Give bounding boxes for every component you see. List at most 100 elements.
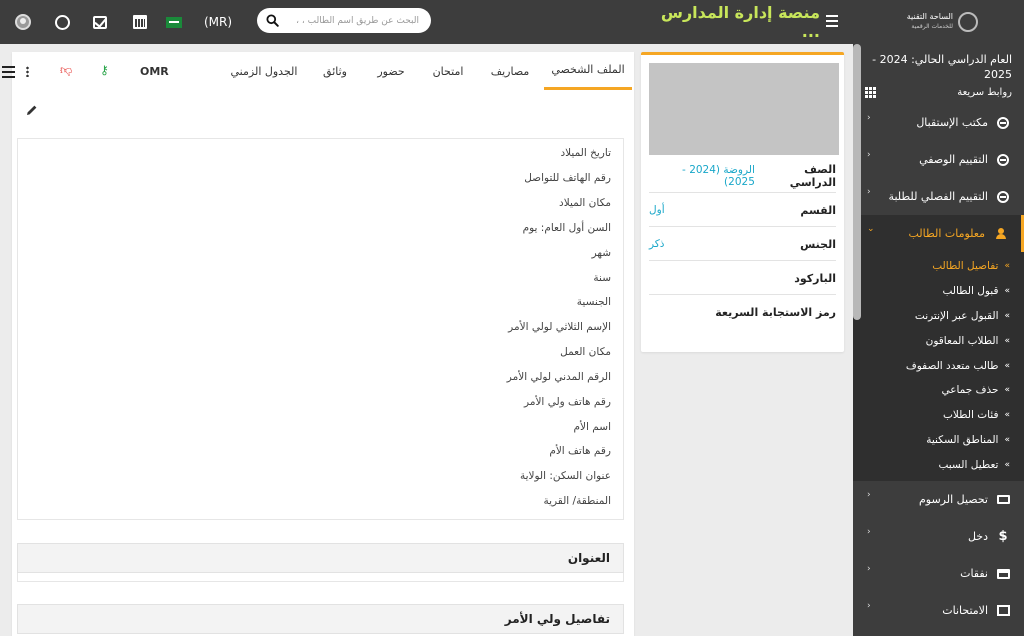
logo-subtitle: للخدمات الرقمية (911, 23, 953, 30)
currency-selector[interactable]: (MR) (200, 0, 236, 44)
tab-attendance[interactable]: حضور (366, 52, 416, 90)
submenu-item-disable-reason[interactable]: » تعطيل السبب (853, 452, 1024, 477)
submenu-item-multi-class-student[interactable]: » طالب متعدد الصفوف (853, 353, 1024, 378)
info-row-section: القسم أول (649, 194, 836, 227)
language-flag-icon[interactable] (163, 0, 185, 44)
field-nationality: الجنسية (576, 296, 611, 308)
submenu-item-label: تعطيل السبب (938, 458, 999, 471)
sidebar-scrollbar[interactable] (853, 44, 861, 320)
search-input[interactable] (287, 15, 427, 26)
double-chevron-icon: » (1004, 385, 1010, 396)
double-chevron-icon: » (1004, 459, 1010, 470)
chevron-left-icon: ‹ (867, 187, 871, 197)
sidebar-item-reception[interactable]: مكتب الإستقبال ‹ (853, 104, 1024, 141)
field-guardian-phone: رقم هاتف ولي الأمر (524, 396, 611, 408)
sidebar-item-label: تحصيل الرسوم (918, 493, 988, 507)
submenu-item-label: حذف جماعي (941, 384, 999, 397)
sidebar-item-descriptive-assessment[interactable]: التقييم الوصفي ‹ (853, 141, 1024, 178)
double-chevron-icon: » (1004, 434, 1010, 445)
sidebar-item-fee-collection[interactable]: تحصيل الرسوم ‹ (853, 481, 1024, 518)
sidebar-item-label: نفقات (960, 567, 988, 581)
submenu-item-student-categories[interactable]: » فئات الطلاب (853, 403, 1024, 428)
field-mother-phone: رقم هاتف الأم (549, 445, 611, 457)
info-label: رمز الاستجابة السريعة (715, 306, 836, 319)
student-info-submenu: » تفاصيل الطالب » قبول الطالب » القبول عبر … (853, 252, 1024, 482)
sidebar-item-income[interactable]: $ دخل ‹ (853, 518, 1024, 555)
submenu-item-label: فئات الطلاب (942, 409, 999, 422)
tab-timetable[interactable]: الجدول الزمني (224, 52, 304, 90)
sidebar: العام الدراسي الحالي: 2024 - 2025 روابط … (853, 44, 1024, 636)
field-birth-date: تاريخ الميلاد (560, 147, 611, 159)
info-row-class: الصف الدراسي الروضة (2024 - 2025) (649, 160, 836, 193)
ring-icon (994, 190, 1012, 204)
tab-fees[interactable]: مصاريف (480, 52, 540, 90)
map-icon (994, 604, 1012, 618)
key-icon[interactable]: ⚷ (100, 64, 114, 76)
info-label: الباركود (794, 271, 836, 285)
chevron-left-icon: ‹ (867, 527, 871, 538)
sidebar-item-label: التقييم الفصلي للطلبة (888, 190, 988, 203)
field-guardian-name: الإسم الثلاثي لولي الأمر (508, 321, 611, 333)
ring-icon (994, 116, 1012, 130)
grid-icon (865, 86, 876, 98)
sidebar-item-label: معلومات الطالب (908, 227, 985, 240)
tasks-check-icon[interactable] (88, 0, 112, 44)
sidebar-item-term-assessment[interactable]: التقييم الفصلي للطلبة ‹ (853, 178, 1024, 215)
submenu-item-disabled-students[interactable]: » الطلاب المعاقون (853, 328, 1024, 353)
field-residence-state: عنوان السكن: الولاية (519, 470, 611, 482)
dollar-icon: $ (998, 529, 1008, 545)
more-options-icon[interactable] (26, 66, 29, 77)
sidebar-item-expenses[interactable]: نفقات ‹ (853, 555, 1024, 592)
calendar-icon[interactable] (128, 0, 152, 44)
tab-exam[interactable]: امتحان (420, 52, 476, 90)
section-address-header[interactable]: العنوان (17, 543, 624, 573)
chevron-left-icon: ‹ (867, 150, 871, 160)
card-icon (994, 567, 1012, 581)
logo-mark-icon (958, 12, 978, 32)
info-value[interactable]: الروضة (2024 - 2025) (649, 164, 755, 188)
thumbs-down-icon[interactable]: 👎︎ (60, 64, 72, 76)
tab-profile[interactable]: الملف الشخصي (544, 52, 632, 90)
field-age-years: سنة (593, 272, 611, 284)
logo[interactable]: الساحة التقنية للخدمات الرقمية (898, 8, 978, 36)
menu-toggle-icon[interactable] (826, 15, 838, 27)
sidebar-item-exams[interactable]: الامتحانات ‹ (853, 592, 1024, 629)
submenu-item-student-details[interactable]: » تفاصيل الطالب (853, 254, 1024, 279)
double-chevron-icon: » (1004, 310, 1010, 321)
chevron-left-icon: ‹ (867, 601, 871, 612)
chevron-down-icon: ⌄ (867, 224, 875, 234)
info-value[interactable]: ذكر (649, 238, 664, 250)
chevron-left-icon: ‹ (867, 113, 871, 123)
submenu-item-online-admission[interactable]: » القبول عبر الإنترنت (853, 304, 1024, 329)
student-photo (649, 63, 839, 155)
logo-title: الساحة التقنية (906, 12, 953, 21)
top-bar: (MR) منصة إدارة المدارس ... الساحة التقن… (0, 0, 1024, 44)
info-row-gender: الجنس ذكر (649, 228, 836, 261)
section-guardian-header[interactable]: تفاصيل ولي الأمر (17, 604, 624, 634)
sidebar-item-student-info[interactable]: معلومات الطالب ⌄ (853, 215, 1024, 252)
double-chevron-icon: » (1004, 410, 1010, 421)
field-area-village: المنطقة/ القرية (543, 495, 611, 507)
avatar-icon[interactable] (10, 0, 36, 44)
edit-pencil-icon[interactable] (26, 104, 38, 116)
panel-menu-icon[interactable] (2, 66, 15, 78)
submenu-item-bulk-delete[interactable]: » حذف جماعي (853, 378, 1024, 403)
submenu-item-student-admission[interactable]: » قبول الطالب (853, 279, 1024, 304)
submenu-item-label: الطلاب المعاقون (925, 334, 999, 347)
submenu-item-label: المناطق السكنية (926, 433, 999, 446)
info-label: الصف الدراسي (789, 163, 836, 189)
submenu-item-residential-areas[interactable]: » المناطق السكنية (853, 428, 1024, 453)
user-plus-icon (991, 227, 1009, 241)
search-icon[interactable] (257, 14, 287, 27)
double-chevron-icon: » (1004, 286, 1010, 297)
sidebar-item-label: مكتب الإستقبال (916, 116, 988, 129)
field-workplace: مكان العمل (560, 346, 611, 358)
info-label: القسم (800, 203, 836, 217)
whatsapp-icon[interactable] (50, 0, 74, 44)
tab-documents[interactable]: وثائق (310, 52, 360, 90)
quick-links[interactable]: روابط سريعة (853, 82, 1024, 100)
submenu-item-label: تفاصيل الطالب (932, 260, 999, 273)
sidebar-item-label: دخل (967, 530, 988, 544)
omr-label[interactable]: OMR (140, 52, 169, 90)
info-value[interactable]: أول (649, 204, 665, 216)
